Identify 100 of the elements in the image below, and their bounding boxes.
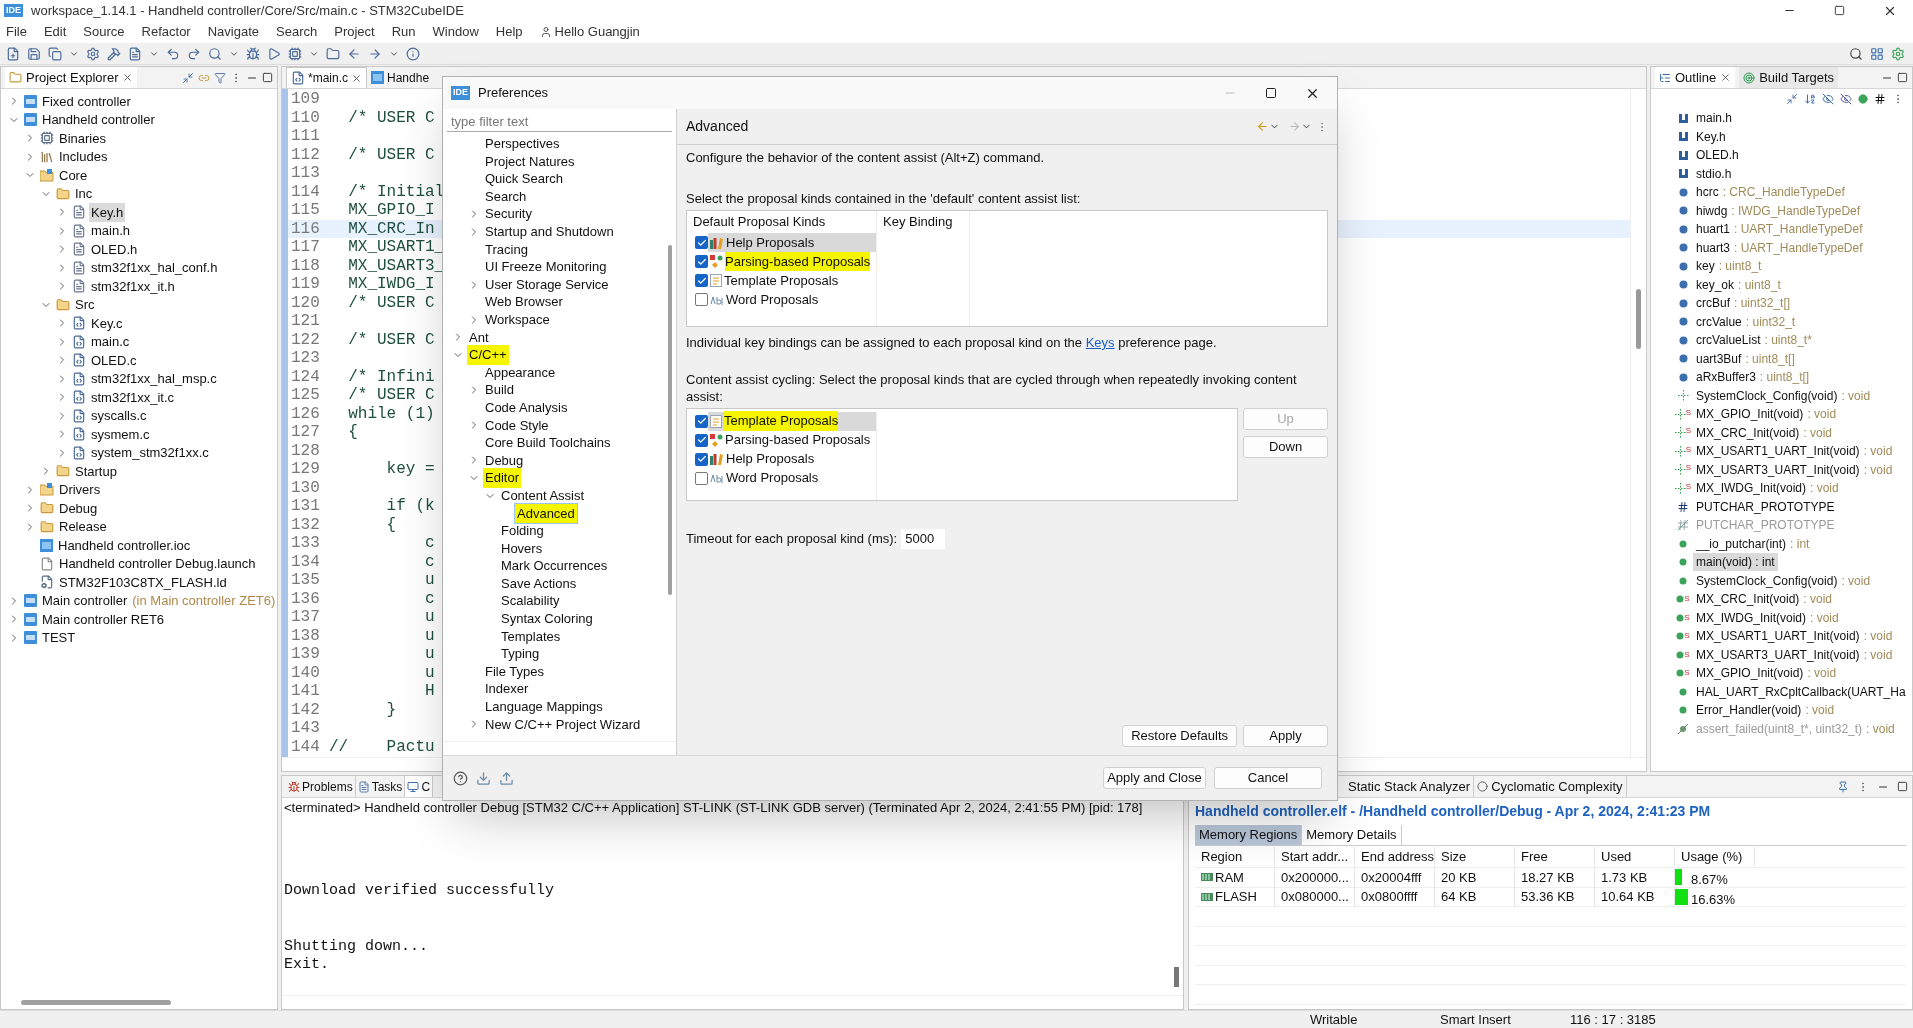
preference-item[interactable]: New C/C++ Project Wizard bbox=[483, 714, 643, 735]
keys-link[interactable]: Keys bbox=[1085, 335, 1115, 350]
tree-item[interactable]: sysmem.c bbox=[89, 424, 152, 444]
preference-item[interactable]: Templates bbox=[499, 626, 563, 647]
menu-item[interactable]: Window bbox=[432, 22, 479, 42]
outline-item[interactable]: crcValue : uint32_t bbox=[1693, 312, 1799, 331]
tree-item[interactable]: OLED.h bbox=[89, 239, 140, 259]
hide-fields-icon[interactable] bbox=[1822, 93, 1834, 105]
outline-item[interactable]: aRxBuffer3 : uint8_t[] bbox=[1693, 368, 1813, 387]
view-tab[interactable]: Problems bbox=[286, 776, 356, 797]
outline-item[interactable]: hcrc : CRC_HandleTypeDef bbox=[1693, 183, 1848, 202]
checkbox[interactable] bbox=[695, 414, 708, 428]
undo-icon[interactable] bbox=[166, 46, 180, 61]
back-icon[interactable] bbox=[347, 46, 361, 61]
import-icon[interactable] bbox=[476, 770, 491, 786]
preference-item[interactable]: Web Browser bbox=[483, 292, 565, 312]
tree-item[interactable]: Main controller RET6 bbox=[40, 609, 167, 629]
tree-item[interactable]: Handheld controller bbox=[40, 110, 157, 130]
tree-item[interactable]: Inc bbox=[73, 184, 95, 204]
menu-item[interactable]: Project bbox=[334, 22, 375, 42]
preference-item[interactable]: Syntax Coloring bbox=[499, 609, 595, 629]
preference-item[interactable]: C/C++ bbox=[467, 345, 509, 365]
menu-item[interactable]: File bbox=[6, 22, 27, 42]
preference-item[interactable]: Scalability bbox=[499, 591, 562, 611]
menu-item[interactable]: Edit bbox=[43, 22, 67, 42]
outline-item[interactable]: assert_failed(uint8_t*, uint32_t) : void bbox=[1693, 719, 1898, 738]
filter-icon[interactable] bbox=[214, 71, 226, 84]
tree-item[interactable]: main.c bbox=[89, 332, 132, 352]
preference-item[interactable]: User Storage Service bbox=[483, 274, 611, 295]
sub-tab[interactable]: Memory Regions bbox=[1195, 825, 1303, 845]
tree-item[interactable]: Core bbox=[57, 165, 90, 185]
proposal-row[interactable]: Template Proposals bbox=[708, 411, 876, 431]
hide-static-icon[interactable] bbox=[1840, 93, 1852, 105]
tree-item[interactable]: STM32F103C8TX_FLASH.ld bbox=[57, 572, 229, 592]
proposal-row[interactable]: Template Proposals bbox=[708, 271, 876, 290]
outline-item[interactable]: MX_IWDG_Init(void) : void bbox=[1693, 608, 1842, 627]
tree-item[interactable]: Key.h bbox=[89, 202, 126, 222]
outline-item[interactable]: hiwdg : IWDG_HandleTypeDef bbox=[1693, 201, 1864, 220]
proposal-row[interactable]: Help Proposals bbox=[708, 233, 876, 252]
view-tab[interactable]: Outline bbox=[1655, 67, 1736, 88]
preference-item[interactable]: Folding bbox=[499, 521, 546, 541]
sub-tab[interactable]: Memory Details bbox=[1302, 825, 1402, 845]
save-icon[interactable] bbox=[27, 46, 41, 61]
view-tab[interactable]: Cyclomatic Complexity bbox=[1474, 776, 1627, 797]
checkbox[interactable] bbox=[695, 293, 708, 306]
preference-item[interactable]: Indexer bbox=[483, 679, 531, 699]
checkbox[interactable] bbox=[695, 471, 708, 485]
preference-item[interactable]: Typing bbox=[499, 644, 542, 664]
restore-defaults-button[interactable]: Restore Defaults bbox=[1122, 725, 1237, 747]
tree-item[interactable]: Handheld controller.ioc bbox=[56, 535, 193, 555]
tree-item[interactable]: Startup bbox=[73, 461, 119, 481]
sort-icon[interactable] bbox=[1804, 93, 1816, 105]
preference-item[interactable]: Perspectives bbox=[483, 134, 562, 154]
outline-item[interactable]: uart3Buf : uint8_t[] bbox=[1693, 349, 1798, 368]
preference-item[interactable]: UI Freeze Monitoring bbox=[483, 257, 609, 277]
preference-item[interactable]: Editor bbox=[483, 468, 521, 488]
search-icon[interactable] bbox=[1849, 46, 1863, 61]
tree-item[interactable]: Main controller bbox=[40, 591, 130, 611]
preference-item[interactable]: Security bbox=[483, 204, 534, 224]
timeout-field[interactable]: 5000 bbox=[901, 528, 946, 549]
outline-item[interactable]: crcBuf : uint32_t[] bbox=[1693, 294, 1794, 313]
outline-item[interactable]: __io_putchar(int) : int bbox=[1693, 534, 1813, 553]
outline-item[interactable]: huart3 : UART_HandleTypeDef bbox=[1693, 238, 1866, 257]
outline-item[interactable]: MX_CRC_Init(void) : void bbox=[1693, 590, 1836, 609]
maximize-icon[interactable] bbox=[1834, 5, 1845, 16]
checkbox[interactable] bbox=[695, 255, 708, 268]
outline-item[interactable]: SystemClock_Config(void) : void bbox=[1693, 386, 1874, 405]
checkbox[interactable] bbox=[695, 433, 708, 447]
editor-tab[interactable]: *main.c bbox=[286, 67, 367, 88]
tree-item[interactable]: Src bbox=[73, 295, 97, 315]
preference-item[interactable]: Appearance bbox=[483, 362, 558, 383]
scrollbar-thumb[interactable] bbox=[21, 999, 171, 1005]
hide-macros-icon[interactable] bbox=[1874, 93, 1886, 105]
tree-item[interactable]: Debug bbox=[57, 498, 100, 518]
outline-item[interactable]: MX_IWDG_Init(void) : void bbox=[1693, 479, 1842, 498]
file-icon[interactable] bbox=[128, 46, 142, 61]
preference-item[interactable]: Hovers bbox=[499, 538, 545, 559]
tree-item[interactable]: Binaries bbox=[57, 128, 108, 148]
outline-item[interactable]: MX_CRC_Init(void) : void bbox=[1693, 423, 1836, 442]
bug-icon[interactable] bbox=[246, 46, 260, 61]
preference-item[interactable]: Mark Occurrences bbox=[499, 556, 610, 576]
proposal-row[interactable]: Help Proposals bbox=[708, 449, 876, 469]
outline-item[interactable]: Error_Handler(void) : void bbox=[1693, 701, 1838, 720]
scrollbar-thumb[interactable] bbox=[1173, 967, 1179, 987]
preference-item[interactable]: Search bbox=[483, 186, 529, 207]
scrollbar-thumb[interactable] bbox=[668, 245, 672, 595]
user-greeting[interactable]: Hello Guangjin bbox=[554, 22, 640, 42]
cancel-button[interactable]: Cancel bbox=[1214, 767, 1322, 789]
tree-item[interactable]: stm32f1xx_it.h bbox=[89, 276, 177, 296]
outline-item[interactable]: MX_USART1_UART_Init(void) : void bbox=[1693, 627, 1896, 646]
tree-item[interactable]: stm32f1xx_it.c bbox=[89, 387, 177, 407]
menu-item[interactable]: Run bbox=[391, 22, 416, 42]
save-all-icon[interactable] bbox=[48, 46, 62, 61]
preference-item[interactable]: Workspace bbox=[483, 310, 552, 330]
filter-field[interactable]: type filter text bbox=[447, 112, 672, 132]
maximize-icon[interactable] bbox=[1897, 72, 1908, 83]
preference-item[interactable]: Content Assist bbox=[499, 485, 587, 506]
preference-item[interactable]: Code Analysis bbox=[483, 397, 570, 418]
outline-item[interactable]: MX_USART3_UART_Init(void) : void bbox=[1693, 460, 1896, 479]
checkbox[interactable] bbox=[695, 452, 708, 466]
